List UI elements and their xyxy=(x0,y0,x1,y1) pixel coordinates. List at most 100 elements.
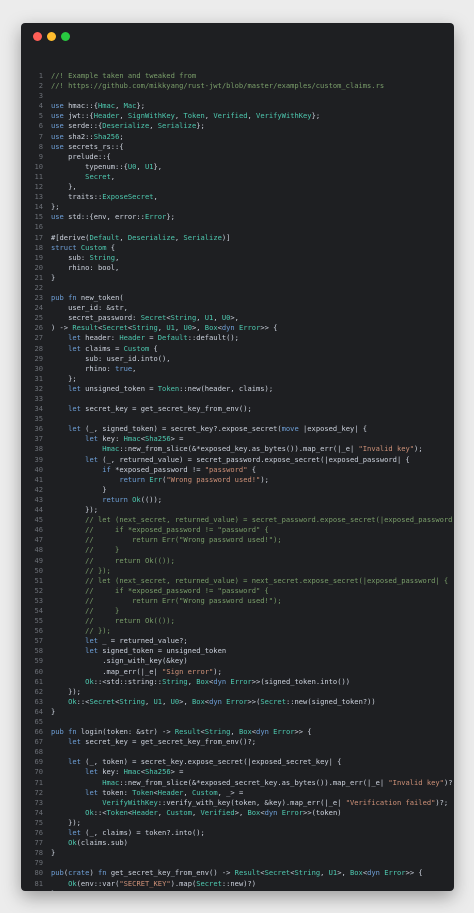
line-text: pub(crate) fn get_secret_key_from_env() … xyxy=(51,868,423,878)
line-number: 6 xyxy=(38,121,43,131)
line-number: 41 xyxy=(34,474,43,484)
code-line: 29 sub: user_id.into(), xyxy=(21,354,454,364)
line-number: 39 xyxy=(34,454,43,464)
line-text: let token: Token<Header, Custom, _> = xyxy=(85,787,244,797)
line-text: sub: user_id.into(), xyxy=(51,353,171,363)
code-block: 1 //! Example taken and tweaked from 2 //! … xyxy=(21,71,454,891)
line-text: }); xyxy=(51,686,81,696)
code-line: 82} xyxy=(21,889,454,891)
line-text xyxy=(51,747,454,757)
code-line: 9 prelude::{ xyxy=(21,152,454,162)
code-line: 28 let claims = Custom { xyxy=(21,344,454,354)
code-line: 70 let key: Hmac<Sha256> = xyxy=(21,767,454,777)
line-text: // if *exposed_password != "password" { xyxy=(51,525,269,535)
line-text: }); xyxy=(51,505,98,515)
line-number: 38 xyxy=(34,444,43,454)
line-number: 70 xyxy=(34,767,43,777)
line-text: // } xyxy=(51,605,120,615)
code-line: 26) -> Result<Secret<String, U1, U0>, Bo… xyxy=(21,323,454,333)
code-line: 14}; xyxy=(21,202,454,212)
line-number: 15 xyxy=(34,212,43,222)
line-number: 72 xyxy=(34,787,43,797)
code-line: 13 traits::ExposeSecret, xyxy=(21,192,454,202)
line-text: }); xyxy=(51,817,81,827)
code-line: 54 // } xyxy=(21,606,454,616)
line-text: use secrets_rs::{ xyxy=(51,141,124,151)
minimize-dot-icon[interactable] xyxy=(47,32,56,41)
code-line: 40 if *exposed_password != "password" { xyxy=(21,465,454,475)
line-number: 20 xyxy=(34,262,43,272)
code-line: 25 secret_password: Secret<String, U1, U… xyxy=(21,313,454,323)
line-text: // return Ok(()); xyxy=(51,616,175,626)
line-number: 7 xyxy=(38,131,43,141)
code-line: 10 typenum::{U0, U1}, xyxy=(21,162,454,172)
code-line: 22 xyxy=(21,283,454,293)
line-text: #[derive(Default, Deserialize, Serialize… xyxy=(51,232,231,242)
line-text: return Err("Wrong password used!"); xyxy=(119,474,269,484)
window-titlebar xyxy=(21,23,454,49)
line-text: let unsigned_token = Token::new(header, … xyxy=(68,383,274,393)
line-text: pub fn login(token: &str) -> Result<Stri… xyxy=(51,727,312,737)
line-number: 24 xyxy=(34,303,43,313)
line-text: use sha2::Sha256; xyxy=(51,131,124,141)
line-text: //! https://github.com/mikkyang/rust-jwt… xyxy=(51,81,385,91)
line-text: prelude::{ xyxy=(51,151,111,161)
code-line: 68 xyxy=(21,747,454,757)
line-text: .sign_with_key(&key) xyxy=(51,656,188,666)
line-text: sub: String, xyxy=(51,252,120,262)
line-number: 82 xyxy=(21,889,51,891)
line-text: //! Example taken and tweaked from xyxy=(51,71,197,80)
line-text: if *exposed_password != "password" { xyxy=(102,464,257,474)
line-text xyxy=(51,858,454,868)
code-line: 35 xyxy=(21,414,454,424)
line-text: } xyxy=(51,706,56,716)
line-number: 75 xyxy=(34,817,43,827)
code-line: 56 // }); xyxy=(21,626,454,636)
line-number: 8 xyxy=(38,141,43,151)
code-line: 59 .sign_with_key(&key) xyxy=(21,656,454,666)
code-line: 34 let secret_key = get_secret_key_from_… xyxy=(21,404,454,414)
code-line: 69 let (_, token) = secret_key.expose_se… xyxy=(21,757,454,767)
line-number: 45 xyxy=(34,515,43,525)
code-line: 36 let (_, signed_token) = secret_key?.e… xyxy=(21,424,454,434)
line-text: let signed_token = unsigned_token xyxy=(85,646,227,656)
code-line: 18 struct Custom { xyxy=(21,243,454,253)
line-number: 30 xyxy=(34,363,43,373)
code-line: 46 // if *exposed_password != "password"… xyxy=(21,525,454,535)
code-line: 15 use std::{env, error::Error}; xyxy=(21,212,454,222)
line-number: 77 xyxy=(34,838,43,848)
line-number: 35 xyxy=(34,414,43,424)
code-line: 6 use serde::{Deserialize, Serialize}; xyxy=(21,121,454,131)
line-number: 40 xyxy=(34,464,43,474)
code-line: 53 // return Err("Wrong password used!")… xyxy=(21,596,454,606)
line-number: 31 xyxy=(34,373,43,383)
code-line: 31 }; xyxy=(21,374,454,384)
code-line: 16 xyxy=(21,222,454,232)
line-text: }; xyxy=(51,373,77,383)
code-line: 61 Ok::<std::string::String, Box<dyn Err… xyxy=(21,677,454,687)
code-line: 41 return Err("Wrong password used!"); xyxy=(21,475,454,485)
line-number: 48 xyxy=(34,545,43,555)
line-number: 22 xyxy=(34,282,43,292)
line-number: 37 xyxy=(34,434,43,444)
line-number: 43 xyxy=(34,494,43,504)
line-number: 1 xyxy=(38,71,43,80)
line-number: 54 xyxy=(34,605,43,615)
line-number: 19 xyxy=(34,252,43,262)
maximize-dot-icon[interactable] xyxy=(61,32,70,41)
line-text: }; xyxy=(51,202,60,212)
line-text: let (_, signed_token) = secret_key?.expo… xyxy=(68,424,368,434)
code-line: 64} xyxy=(21,707,454,717)
line-text: pub fn new_token( xyxy=(51,293,124,303)
line-number: 51 xyxy=(34,575,43,585)
line-text: } xyxy=(51,272,56,282)
line-text: let (_, returned_value) = secret_passwor… xyxy=(85,454,410,464)
line-number: 67 xyxy=(34,737,43,747)
line-text: let key: Hmac<Sha256> = xyxy=(85,434,184,444)
line-number: 58 xyxy=(34,646,43,656)
line-text: // }); xyxy=(51,565,111,575)
code-line: 72 let token: Token<Header, Custom, _> = xyxy=(21,788,454,798)
line-number: 14 xyxy=(34,202,43,212)
line-number: 29 xyxy=(34,353,43,363)
close-dot-icon[interactable] xyxy=(33,32,42,41)
